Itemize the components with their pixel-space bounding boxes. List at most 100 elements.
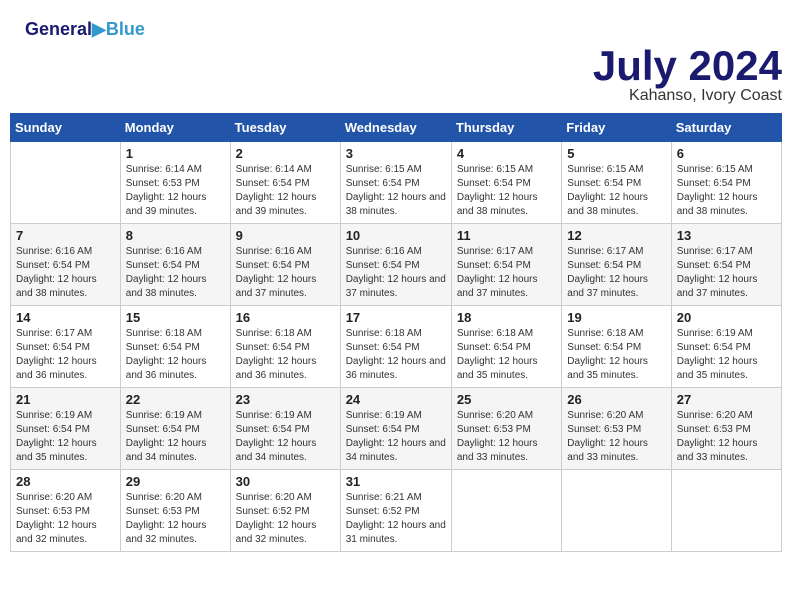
calendar-cell: 6Sunrise: 6:15 AMSunset: 6:54 PMDaylight… (671, 141, 781, 223)
calendar-cell: 8 Sunrise: 6:16 AMSunset: 6:54 PMDaylight… (120, 223, 230, 305)
cell-info: Sunrise: 6:16 AMSunset: 6:54 PMDaylight:… (236, 245, 335, 301)
cell-info: Sunrise: 6:20 AMSunset: 6:53 PMDaylight:… (126, 491, 225, 547)
cell-date: 8 (126, 228, 225, 243)
week-row-5: 28 Sunrise: 6:20 AMSunset: 6:53 PMDayligh… (11, 469, 782, 551)
calendar-cell: 2Sunrise: 6:14 AMSunset: 6:54 PMDaylight… (230, 141, 340, 223)
cell-info: Sunrise: 6:17 AMSunset: 6:54 PMDaylight:… (457, 245, 556, 301)
logo-subtext: Blue (106, 20, 145, 40)
calendar-cell: 4Sunrise: 6:15 AMSunset: 6:54 PMDaylight… (451, 141, 561, 223)
cell-date: 2 (236, 146, 335, 161)
calendar-cell: 21 Sunrise: 6:19 AMSunset: 6:54 PMDayligh… (11, 387, 121, 469)
calendar-cell: 26Sunrise: 6:20 AMSunset: 6:53 PMDayligh… (562, 387, 671, 469)
calendar-cell: 19 Sunrise: 6:18 AMSunset: 6:54 PMDayligh… (562, 305, 671, 387)
calendar-cell: 17 Sunrise: 6:18 AMSunset: 6:54 PMDayligh… (340, 305, 451, 387)
calendar-cell: 3 Sunrise: 6:15 AMSunset: 6:54 PMDaylight… (340, 141, 451, 223)
calendar-cell: 28 Sunrise: 6:20 AMSunset: 6:53 PMDayligh… (11, 469, 121, 551)
calendar-cell: 24 Sunrise: 6:19 AMSunset: 6:54 PMDayligh… (340, 387, 451, 469)
cell-date: 17 (346, 310, 446, 325)
calendar-cell: 23Sunrise: 6:19 AMSunset: 6:54 PMDayligh… (230, 387, 340, 469)
cell-info: Sunrise: 6:17 AMSunset: 6:54 PMDaylight:… (677, 245, 776, 301)
cell-info: Sunrise: 6:19 AMSunset: 6:54 PMDaylight:… (236, 409, 335, 465)
day-header-sunday: Sunday (11, 113, 121, 141)
cell-date: 9 (236, 228, 335, 243)
cell-date: 21 (16, 392, 115, 407)
calendar-cell: 5 Sunrise: 6:15 AMSunset: 6:54 PMDaylight… (562, 141, 671, 223)
calendar-cell: 1 Sunrise: 6:14 AMSunset: 6:53 PMDaylight… (120, 141, 230, 223)
cell-date: 24 (346, 392, 446, 407)
cell-date: 4 (457, 146, 556, 161)
calendar-cell: 30 Sunrise: 6:20 AMSunset: 6:52 PMDayligh… (230, 469, 340, 551)
cell-info: Sunrise: 6:20 AMSunset: 6:53 PMDaylight:… (16, 491, 115, 547)
cell-info: Sunrise: 6:19 AMSunset: 6:54 PMDaylight:… (346, 409, 446, 465)
calendar-cell (671, 469, 781, 551)
week-row-2: 7 Sunrise: 6:16 AMSunset: 6:54 PMDaylight… (11, 223, 782, 305)
calendar-cell: 31 Sunrise: 6:21 AMSunset: 6:52 PMDayligh… (340, 469, 451, 551)
page-header: General▶ Blue (10, 10, 782, 45)
cell-date: 25 (457, 392, 556, 407)
cell-date: 20 (677, 310, 776, 325)
cell-date: 29 (126, 474, 225, 489)
logo: General▶ Blue (25, 20, 145, 40)
cell-info: Sunrise: 6:20 AMSunset: 6:52 PMDaylight:… (236, 491, 335, 547)
cell-date: 13 (677, 228, 776, 243)
cell-info: Sunrise: 6:20 AMSunset: 6:53 PMDaylight:… (457, 409, 556, 465)
cell-info: Sunrise: 6:15 AMSunset: 6:54 PMDaylight:… (346, 163, 446, 219)
cell-info: Sunrise: 6:18 AMSunset: 6:54 PMDaylight:… (236, 327, 335, 383)
calendar-cell: 18 Sunrise: 6:18 AMSunset: 6:54 PMDayligh… (451, 305, 561, 387)
week-row-1: 1 Sunrise: 6:14 AMSunset: 6:53 PMDaylight… (11, 141, 782, 223)
cell-date: 12 (567, 228, 665, 243)
cell-info: Sunrise: 6:20 AMSunset: 6:53 PMDaylight:… (677, 409, 776, 465)
calendar-table: SundayMondayTuesdayWednesdayThursdayFrid… (10, 113, 782, 552)
cell-info: Sunrise: 6:18 AMSunset: 6:54 PMDaylight:… (457, 327, 556, 383)
location: Kahanso, Ivory Coast (10, 87, 782, 105)
cell-date: 11 (457, 228, 556, 243)
day-header-saturday: Saturday (671, 113, 781, 141)
cell-date: 5 (567, 146, 665, 161)
cell-date: 26 (567, 392, 665, 407)
cell-date: 10 (346, 228, 446, 243)
week-row-4: 21 Sunrise: 6:19 AMSunset: 6:54 PMDayligh… (11, 387, 782, 469)
cell-info: Sunrise: 6:15 AMSunset: 6:54 PMDaylight:… (567, 163, 665, 219)
cell-info: Sunrise: 6:17 AMSunset: 6:54 PMDaylight:… (16, 327, 115, 383)
day-header-wednesday: Wednesday (340, 113, 451, 141)
cell-info: Sunrise: 6:18 AMSunset: 6:54 PMDaylight:… (346, 327, 446, 383)
calendar-cell: 20 Sunrise: 6:19 AMSunset: 6:54 PMDayligh… (671, 305, 781, 387)
cell-info: Sunrise: 6:19 AMSunset: 6:54 PMDaylight:… (677, 327, 776, 383)
calendar-cell: 15 Sunrise: 6:18 AMSunset: 6:54 PMDayligh… (120, 305, 230, 387)
calendar-cell: 16Sunrise: 6:18 AMSunset: 6:54 PMDayligh… (230, 305, 340, 387)
cell-info: Sunrise: 6:19 AMSunset: 6:54 PMDaylight:… (16, 409, 115, 465)
day-header-friday: Friday (562, 113, 671, 141)
cell-info: Sunrise: 6:18 AMSunset: 6:54 PMDaylight:… (567, 327, 665, 383)
cell-info: Sunrise: 6:16 AMSunset: 6:54 PMDaylight:… (126, 245, 225, 301)
calendar-cell (562, 469, 671, 551)
calendar-cell (11, 141, 121, 223)
calendar-cell (451, 469, 561, 551)
cell-date: 22 (126, 392, 225, 407)
week-row-3: 14Sunrise: 6:17 AMSunset: 6:54 PMDayligh… (11, 305, 782, 387)
cell-date: 3 (346, 146, 446, 161)
cell-info: Sunrise: 6:18 AMSunset: 6:54 PMDaylight:… (126, 327, 225, 383)
cell-date: 19 (567, 310, 665, 325)
cell-date: 15 (126, 310, 225, 325)
cell-info: Sunrise: 6:14 AMSunset: 6:53 PMDaylight:… (126, 163, 225, 219)
title-block: July 2024 Kahanso, Ivory Coast (10, 45, 782, 105)
header-row: SundayMondayTuesdayWednesdayThursdayFrid… (11, 113, 782, 141)
day-header-monday: Monday (120, 113, 230, 141)
cell-date: 1 (126, 146, 225, 161)
cell-info: Sunrise: 6:15 AMSunset: 6:54 PMDaylight:… (677, 163, 776, 219)
cell-date: 7 (16, 228, 115, 243)
calendar-cell: 14Sunrise: 6:17 AMSunset: 6:54 PMDayligh… (11, 305, 121, 387)
cell-date: 18 (457, 310, 556, 325)
calendar-cell: 7Sunrise: 6:16 AMSunset: 6:54 PMDaylight… (11, 223, 121, 305)
cell-info: Sunrise: 6:19 AMSunset: 6:54 PMDaylight:… (126, 409, 225, 465)
calendar-cell: 22 Sunrise: 6:19 AMSunset: 6:54 PMDayligh… (120, 387, 230, 469)
cell-date: 30 (236, 474, 335, 489)
calendar-cell: 13 Sunrise: 6:17 AMSunset: 6:54 PMDayligh… (671, 223, 781, 305)
day-header-tuesday: Tuesday (230, 113, 340, 141)
cell-info: Sunrise: 6:21 AMSunset: 6:52 PMDaylight:… (346, 491, 446, 547)
cell-date: 31 (346, 474, 446, 489)
cell-date: 28 (16, 474, 115, 489)
calendar-cell: 27Sunrise: 6:20 AMSunset: 6:53 PMDayligh… (671, 387, 781, 469)
calendar-cell: 25 Sunrise: 6:20 AMSunset: 6:53 PMDayligh… (451, 387, 561, 469)
calendar-cell: 12Sunrise: 6:17 AMSunset: 6:54 PMDayligh… (562, 223, 671, 305)
